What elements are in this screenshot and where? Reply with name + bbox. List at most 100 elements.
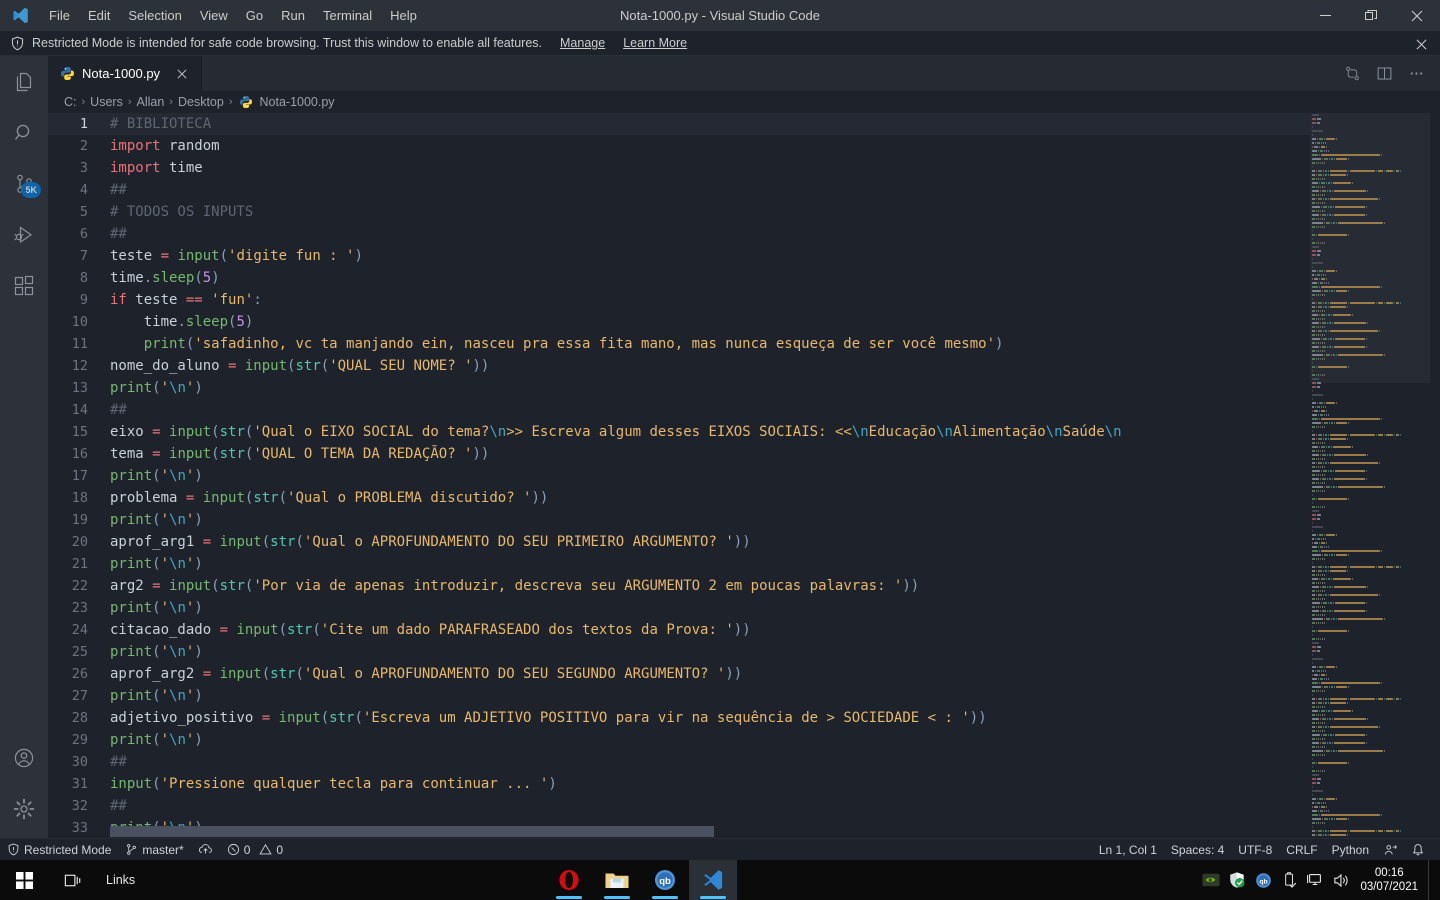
code-line[interactable]: 3 import time xyxy=(48,157,1310,179)
code-line[interactable]: 11 print('safadinho, vc ta manjando ein,… xyxy=(48,333,1310,355)
minimap[interactable] xyxy=(1310,113,1430,838)
menu-help[interactable]: Help xyxy=(381,0,426,31)
windows-start-icon[interactable] xyxy=(0,860,48,900)
code-line[interactable]: 17 print('\n') xyxy=(48,465,1310,487)
status-notifications[interactable] xyxy=(1404,839,1432,861)
taskbar-links-label[interactable]: Links xyxy=(96,873,145,887)
code-editor[interactable]: 1 # BIBLIOTECA 2 import random 3 import time 4… xyxy=(48,113,1440,838)
ellipsis-icon[interactable] xyxy=(1402,60,1430,88)
status-problems[interactable]: 0 0 xyxy=(220,839,290,861)
status-cursor-position[interactable]: Ln 1, Col 1 xyxy=(1092,839,1164,861)
code-line[interactable]: 13 print('\n') xyxy=(48,377,1310,399)
tab-nota-1000-py[interactable]: Nota-1000.py xyxy=(48,56,203,91)
activity-item-accounts[interactable] xyxy=(0,732,48,783)
qbittorrent-tray-icon[interactable]: qb xyxy=(1250,860,1276,900)
banner-close-icon[interactable] xyxy=(1412,35,1430,53)
menu-selection[interactable]: Selection xyxy=(119,0,190,31)
code-lines-container[interactable]: 1 # BIBLIOTECA 2 import random 3 import time 4… xyxy=(48,113,1310,838)
network-icon[interactable] xyxy=(1302,860,1328,900)
taskbar-app-visual-studio-code[interactable] xyxy=(689,860,737,900)
code-line[interactable]: 2 import random xyxy=(48,135,1310,157)
menu-edit[interactable]: Edit xyxy=(79,0,119,31)
status-feedback[interactable] xyxy=(1376,839,1404,861)
title-bar: File Edit Selection View Go Run Terminal… xyxy=(0,0,1440,31)
nvidia-icon[interactable] xyxy=(1198,860,1224,900)
speaker-icon[interactable] xyxy=(1328,860,1354,900)
code-line[interactable]: 25 print('\n') xyxy=(48,641,1310,663)
status-restricted-mode[interactable]: Restricted Mode xyxy=(0,839,118,861)
compare-changes-icon[interactable] xyxy=(1338,60,1366,88)
menu-go[interactable]: Go xyxy=(237,0,272,31)
code-line[interactable]: 21 print('\n') xyxy=(48,553,1310,575)
status-language-mode[interactable]: Python xyxy=(1325,839,1376,861)
code-line[interactable]: 9 if teste == 'fun': xyxy=(48,289,1310,311)
overview-ruler[interactable] xyxy=(1430,113,1440,838)
status-sync-changes[interactable] xyxy=(191,839,220,861)
breadcrumb-segment-drive[interactable]: C: xyxy=(61,95,80,109)
menu-run[interactable]: Run xyxy=(272,0,314,31)
code-line[interactable]: 18 problema = input(str('Qual o PROBLEMA … xyxy=(48,487,1310,509)
horizontal-scrollbar-thumb[interactable] xyxy=(110,826,714,837)
activity-item-source-control[interactable]: 5K xyxy=(0,158,48,209)
status-git-branch[interactable]: master* xyxy=(118,839,190,861)
code-line[interactable]: 28 adjetivo_positivo = input(str('Escreva… xyxy=(48,707,1310,729)
code-line[interactable]: 16 tema = input(str('QUAL O TEMA DA REDAÇ… xyxy=(48,443,1310,465)
activity-item-extensions[interactable] xyxy=(0,260,48,311)
code-line[interactable]: 24 citacao_dado = input(str('Cite um dado… xyxy=(48,619,1310,641)
code-line[interactable]: 4 ## xyxy=(48,179,1310,201)
code-line[interactable]: 32 ## xyxy=(48,795,1310,817)
show-desktop-button[interactable] xyxy=(1428,860,1434,900)
status-indentation[interactable]: Spaces: 4 xyxy=(1164,839,1231,861)
code-line[interactable]: 12 nome_do_aluno = input(str('QUAL SEU NO… xyxy=(48,355,1310,377)
menu-view[interactable]: View xyxy=(191,0,237,31)
minimap-token xyxy=(1312,349,1315,353)
code-line[interactable]: 27 print('\n') xyxy=(48,685,1310,707)
tab-label: Nota-1000.py xyxy=(82,66,161,81)
close-icon[interactable] xyxy=(1394,0,1440,31)
code-line[interactable]: 22 arg2 = input(str('Por via de apenas in… xyxy=(48,575,1310,597)
code-line[interactable]: 5 # TODOS OS INPUTS xyxy=(48,201,1310,223)
tab-close-icon[interactable] xyxy=(173,65,191,83)
code-line[interactable]: 8 time.sleep(5) xyxy=(48,267,1310,289)
minimap-token xyxy=(1323,569,1324,573)
menu-file[interactable]: File xyxy=(40,0,79,31)
breadcrumb-segment-desktop[interactable]: Desktop xyxy=(175,95,227,109)
breadcrumb-segment-users[interactable]: Users xyxy=(87,95,126,109)
security-shield-icon[interactable] xyxy=(1224,860,1250,900)
restore-icon[interactable] xyxy=(1348,0,1394,31)
task-view-icon[interactable] xyxy=(48,860,96,900)
breadcrumb-segment-allan[interactable]: Allan xyxy=(134,95,168,109)
status-encoding[interactable]: UTF-8 xyxy=(1231,839,1279,861)
minimap-token xyxy=(1324,557,1325,561)
horizontal-scrollbar[interactable] xyxy=(110,826,1310,838)
code-line[interactable]: 15 eixo = input(str('Qual o EIXO SOCIAL d… xyxy=(48,421,1310,443)
activity-item-explorer[interactable] xyxy=(0,56,48,107)
breadcrumb-segment-file[interactable]: Nota-1000.py xyxy=(257,95,338,109)
menu-terminal[interactable]: Terminal xyxy=(314,0,381,31)
banner-manage-link[interactable]: Manage xyxy=(560,36,605,50)
code-line[interactable]: 29 print('\n') xyxy=(48,729,1310,751)
code-line[interactable]: 26 aprof_arg2 = input(str('Qual o APROFUN… xyxy=(48,663,1310,685)
code-line[interactable]: 30 ## xyxy=(48,751,1310,773)
taskbar-clock[interactable]: 00:16 03/07/2021 xyxy=(1354,866,1428,894)
code-line[interactable]: 10 time.sleep(5) xyxy=(48,311,1310,333)
code-line[interactable]: 1 # BIBLIOTECA xyxy=(48,113,1310,135)
taskbar-app-opera[interactable] xyxy=(545,860,593,900)
split-editor-icon[interactable] xyxy=(1370,60,1398,88)
code-line[interactable]: 6 ## xyxy=(48,223,1310,245)
code-line[interactable]: 31 input('Pressione qualquer tecla para c… xyxy=(48,773,1310,795)
status-eol[interactable]: CRLF xyxy=(1279,839,1324,861)
minimize-icon[interactable] xyxy=(1302,0,1348,31)
activity-item-search[interactable] xyxy=(0,107,48,158)
usb-eject-icon[interactable] xyxy=(1276,860,1302,900)
code-line[interactable]: 23 print('\n') xyxy=(48,597,1310,619)
taskbar-app-qbittorrent[interactable]: qb xyxy=(641,860,689,900)
code-line[interactable]: 19 print('\n') xyxy=(48,509,1310,531)
activity-item-run-and-debug[interactable] xyxy=(0,209,48,260)
activity-item-manage[interactable] xyxy=(0,783,48,834)
banner-learn-more-link[interactable]: Learn More xyxy=(623,36,687,50)
taskbar-app-file-explorer[interactable] xyxy=(593,860,641,900)
code-line[interactable]: 14 ## xyxy=(48,399,1310,421)
code-line[interactable]: 20 aprof_arg1 = input(str('Qual o APROFUN… xyxy=(48,531,1310,553)
code-line[interactable]: 7 teste = input('digite fun : ') xyxy=(48,245,1310,267)
